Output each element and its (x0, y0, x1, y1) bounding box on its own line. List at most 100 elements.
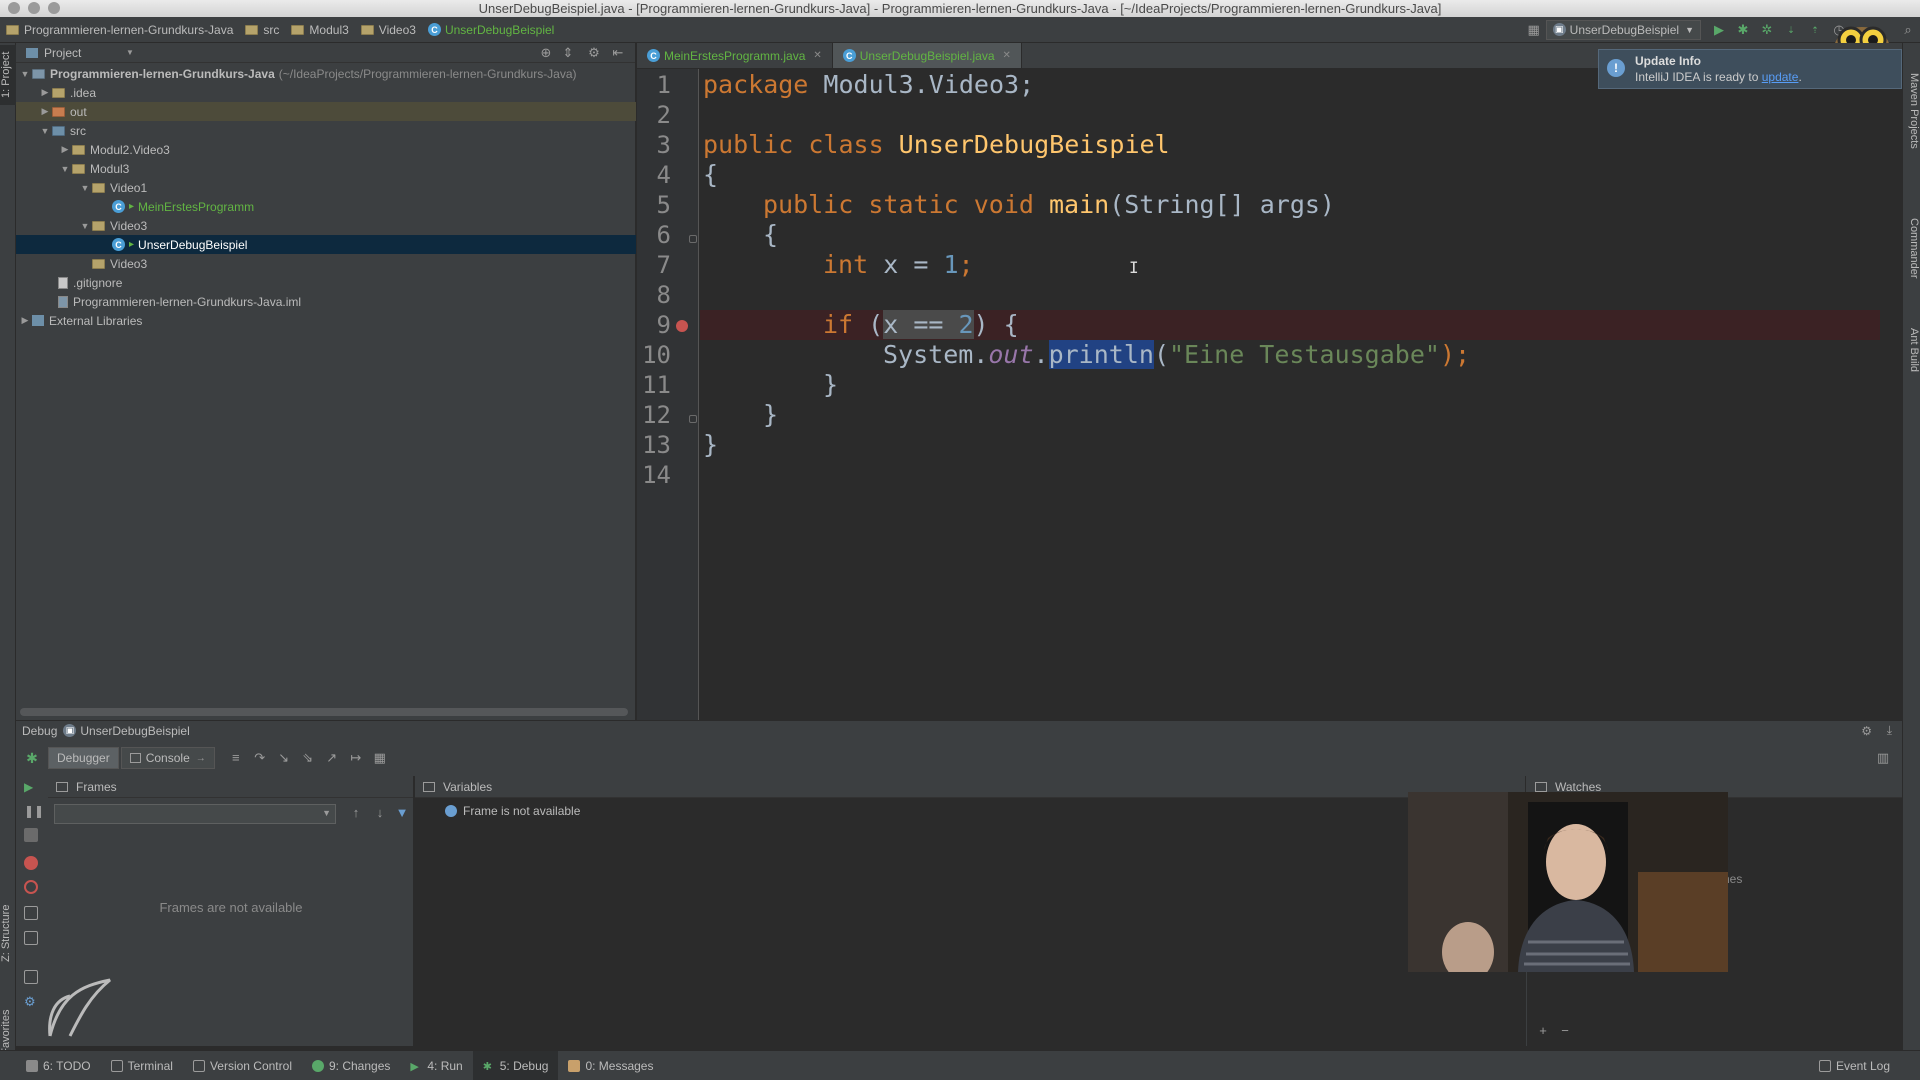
previous-frame-icon[interactable]: ↑ (347, 804, 365, 822)
project-view-select[interactable]: Project (44, 46, 81, 60)
print-icon[interactable] (24, 970, 38, 984)
expanded-arrow-icon[interactable]: ▼ (78, 183, 92, 193)
vcs-update-icon[interactable]: ⇣ (1782, 21, 1800, 39)
tree-item-video3[interactable]: ▼ Video3 (16, 216, 636, 235)
update-link[interactable]: update (1762, 70, 1799, 84)
restore-layout-icon[interactable] (24, 931, 38, 945)
tree-item-modul2-video3[interactable]: ▶ Modul2.Video3 (16, 140, 636, 159)
status-run[interactable]: ▶ 4: Run (400, 1051, 472, 1080)
gear-icon[interactable]: ⚙ (1861, 724, 1872, 738)
status-version-control[interactable]: Version Control (183, 1051, 302, 1080)
breakpoint-icon[interactable] (676, 320, 688, 332)
structure-tool-tab[interactable]: Z: Structure (0, 893, 16, 973)
run-to-cursor-icon[interactable]: ↦ (347, 749, 365, 767)
project-view-icon (26, 47, 38, 58)
status-changes[interactable]: 9: Changes (302, 1051, 400, 1080)
expanded-arrow-icon[interactable]: ▼ (58, 164, 72, 174)
settings-icon[interactable]: ⚙ (24, 994, 38, 1009)
project-tool-tab[interactable]: 1: Project (0, 45, 16, 105)
layout-settings-icon[interactable]: ▥ (1874, 749, 1892, 767)
maven-projects-tab[interactable]: Maven Projects (1904, 73, 1920, 183)
tree-item-meinerstesprogramm[interactable]: C ▸ MeinErstesProgramm (16, 197, 636, 216)
breadcrumb-video3[interactable]: Video3 (355, 17, 422, 43)
tree-item-video1[interactable]: ▼ Video1 (16, 178, 636, 197)
show-execution-point-icon[interactable]: ≡ (227, 749, 245, 767)
collapsed-arrow-icon[interactable]: ▶ (38, 87, 52, 98)
code-editor[interactable]: package Modul3.Video3; public class Unse… (700, 69, 1902, 720)
expanded-arrow-icon[interactable]: ▼ (38, 126, 52, 136)
tree-item-idea[interactable]: ▶ .idea (16, 83, 636, 102)
search-icon[interactable]: ⌕ (1899, 21, 1917, 39)
next-frame-icon[interactable]: ↓ (371, 804, 389, 822)
expanded-arrow-icon[interactable]: ▼ (78, 221, 92, 231)
commander-tab[interactable]: Commander (1904, 218, 1920, 303)
status-event-log[interactable]: Event Log (1809, 1051, 1920, 1080)
thread-select[interactable]: ▼ (54, 804, 336, 824)
coverage-icon[interactable]: ✲ (1758, 21, 1776, 39)
remove-watch-icon[interactable]: − (1556, 1022, 1574, 1040)
vcs-commit-icon[interactable]: ⇡ (1806, 21, 1824, 39)
stop-icon[interactable] (24, 828, 38, 842)
rerun-debug-icon[interactable]: ✱ (16, 750, 48, 767)
fold-marker-icon[interactable] (689, 415, 697, 423)
close-icon[interactable]: ✕ (813, 50, 821, 61)
tree-item-gitignore[interactable]: .gitignore (16, 273, 636, 292)
pause-icon[interactable]: ❚❚ (24, 804, 44, 818)
collapsed-arrow-icon[interactable]: ▶ (58, 144, 72, 155)
add-watch-icon[interactable]: + (1534, 1022, 1552, 1040)
step-out-icon[interactable]: ↗ (323, 749, 341, 767)
status-todo[interactable]: 6: TODO (0, 1051, 101, 1080)
breadcrumb-class[interactable]: C UnserDebugBeispiel (422, 17, 560, 43)
tab-unserdebugbeispiel[interactable]: C UnserDebugBeispiel.java ✕ (832, 43, 1022, 68)
tab-console[interactable]: Console → (120, 747, 215, 769)
collapsed-arrow-icon[interactable]: ▶ (18, 315, 32, 326)
close-window-button[interactable] (8, 2, 20, 14)
breadcrumb-modul3[interactable]: Modul3 (285, 17, 354, 43)
breadcrumb-project[interactable]: Programmieren-lernen-Grundkurs-Java (0, 17, 239, 43)
tab-debugger[interactable]: Debugger (48, 747, 119, 769)
ant-build-tab[interactable]: Ant Build (1904, 328, 1920, 398)
tree-item-project-root[interactable]: ▼ Programmieren-lernen-Grundkurs-Java (~… (16, 64, 636, 83)
tree-item-out[interactable]: ▶ out (16, 102, 636, 121)
step-over-icon[interactable]: ↷ (251, 749, 269, 767)
mute-breakpoints-icon[interactable] (24, 880, 38, 894)
status-messages[interactable]: 0: Messages (558, 1051, 663, 1080)
editor-gutter[interactable]: 1 2 3 4 5 6 7 8 9 10 11 12 13 14 (637, 69, 699, 720)
hide-panel-icon[interactable]: ⇤ (609, 44, 627, 62)
force-step-into-icon[interactable]: ⇘ (299, 749, 317, 767)
chevron-down-icon[interactable]: ▼ (126, 48, 134, 57)
minimize-window-button[interactable] (28, 2, 40, 14)
tab-meinerstesprogramm[interactable]: C MeinErstesProgramm.java ✕ (637, 43, 833, 68)
evaluate-expression-icon[interactable]: ▦ (371, 749, 389, 767)
fold-marker-icon[interactable] (689, 235, 697, 243)
tree-item-src[interactable]: ▼ src (16, 121, 636, 140)
resume-icon[interactable]: ▶ (24, 780, 38, 794)
project-horizontal-scrollbar[interactable] (20, 708, 628, 716)
breadcrumb-src[interactable]: src (239, 17, 285, 43)
get-thread-dump-icon[interactable] (24, 906, 38, 920)
run-icon[interactable]: ▶ (1710, 21, 1728, 39)
tree-item-external-libraries[interactable]: ▶ External Libraries (16, 311, 636, 330)
collapsed-arrow-icon[interactable]: ▶ (38, 106, 52, 117)
step-into-icon[interactable]: ↘ (275, 749, 293, 767)
maximize-window-button[interactable] (48, 2, 60, 14)
project-structure-icon[interactable]: ▦ (1525, 21, 1543, 39)
tree-item-video3-folder[interactable]: Video3 (16, 254, 636, 273)
status-debug[interactable]: ✱ 5: Debug (472, 1050, 559, 1080)
tree-item-unserdebugbeispiel[interactable]: C ▸ UnserDebugBeispiel (16, 235, 636, 254)
tree-item-iml[interactable]: Programmieren-lernen-Grundkurs-Java.iml (16, 292, 636, 311)
tree-item-modul3[interactable]: ▼ Modul3 (16, 159, 636, 178)
hide-panel-icon[interactable]: ⤓ (1887, 723, 1892, 738)
collapse-icon[interactable]: ⇕ (559, 44, 577, 62)
locate-icon[interactable]: ⊕ (537, 44, 555, 62)
gear-icon[interactable]: ⚙ (585, 44, 603, 62)
expanded-arrow-icon[interactable]: ▼ (18, 69, 32, 79)
chevron-down-icon[interactable]: ▼ (322, 808, 331, 818)
status-terminal[interactable]: Terminal (101, 1051, 183, 1080)
view-breakpoints-icon[interactable] (24, 856, 38, 870)
debug-icon[interactable]: ✱ (1734, 21, 1752, 39)
update-info-notification[interactable]: ! Update Info IntelliJ IDEA is ready to … (1598, 49, 1902, 89)
close-icon[interactable]: ✕ (1003, 50, 1011, 61)
filter-icon[interactable]: ▼ (393, 804, 411, 822)
run-config-select[interactable]: ▣ UnserDebugBeispiel ▼ (1545, 19, 1701, 40)
